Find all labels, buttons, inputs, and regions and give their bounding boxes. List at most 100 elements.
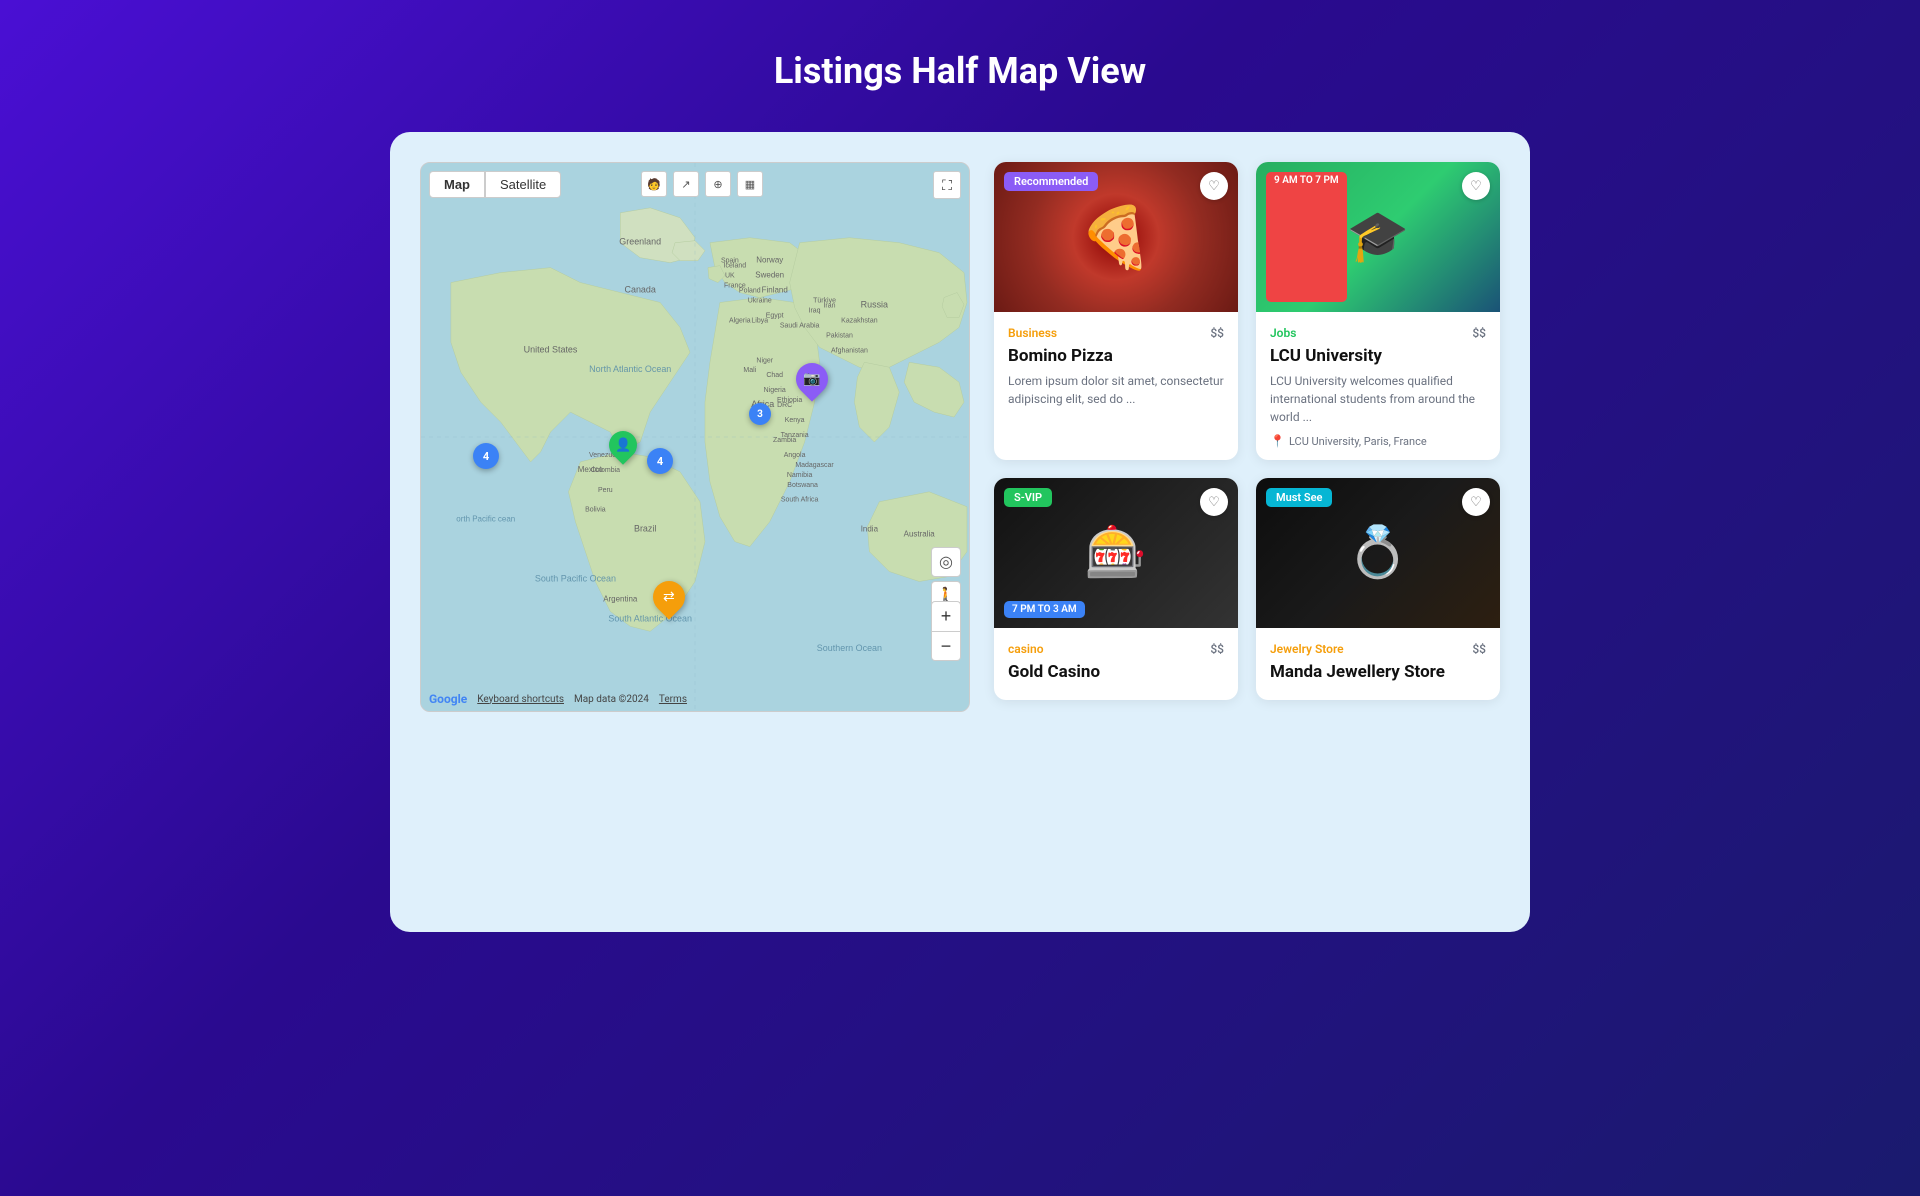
- listing-category: casino: [1008, 642, 1043, 656]
- listing-badge-svip: S-VIP: [1004, 488, 1052, 507]
- svg-text:Botswana: Botswana: [787, 482, 818, 489]
- listing-desc: LCU University welcomes qualified intern…: [1270, 372, 1486, 426]
- svg-text:North Atlantic Ocean: North Atlantic Ocean: [589, 364, 671, 374]
- listing-card-lcu-university[interactable]: 🎓 9 AM TO 7 PM ♡ Jobs $$ LCU University …: [1256, 162, 1500, 460]
- location-pin-icon: 📍: [1270, 434, 1285, 448]
- listing-price: $$: [1210, 642, 1224, 656]
- listing-card-bomino-pizza[interactable]: 🍕 Recommended ♡ Business $$ Bomino Pizza…: [994, 162, 1238, 460]
- listing-heart-btn[interactable]: ♡: [1462, 172, 1490, 200]
- map-tool-pegman[interactable]: 🧑: [641, 171, 667, 197]
- listing-image-wrap: 🎰 S-VIP 7 PM TO 3 AM ♡: [994, 478, 1238, 628]
- svg-text:Greenland: Greenland: [619, 237, 661, 247]
- svg-text:Niger: Niger: [756, 357, 773, 364]
- map-terms[interactable]: Terms: [659, 694, 687, 705]
- map-pin-green[interactable]: 👤: [609, 431, 637, 459]
- svg-text:orth Pacific cean: orth Pacific cean: [456, 515, 515, 524]
- svg-text:Iraq: Iraq: [809, 307, 821, 314]
- map-tab-controls: Map Satellite: [429, 171, 561, 198]
- svg-text:Southern Ocean: Southern Ocean: [817, 643, 882, 653]
- svg-text:Namibia: Namibia: [787, 472, 813, 479]
- map-keyboard-shortcuts[interactable]: Keyboard shortcuts: [477, 694, 564, 705]
- listing-title: Bomino Pizza: [1008, 346, 1224, 366]
- map-zoom-controls: + −: [931, 601, 961, 661]
- listing-title: Gold Casino: [1008, 662, 1224, 682]
- listing-category: Business: [1008, 326, 1057, 340]
- svg-text:Brazil: Brazil: [634, 524, 656, 534]
- main-container: South Pacific Ocean orth Pacific cean No…: [390, 132, 1530, 932]
- svg-text:UK: UK: [725, 273, 735, 280]
- svg-text:Nigeria: Nigeria: [764, 387, 786, 394]
- page-title: Listings Half Map View: [0, 0, 1920, 132]
- svg-text:Spain: Spain: [721, 258, 739, 265]
- svg-text:United States: United States: [524, 344, 578, 354]
- svg-text:Ukraine: Ukraine: [748, 297, 772, 304]
- svg-text:Algeria: Algeria: [729, 317, 751, 324]
- svg-text:Bolivia: Bolivia: [585, 507, 606, 514]
- map-pin-cluster-4-left[interactable]: 4: [473, 443, 499, 469]
- listing-location-text: LCU University, Paris, France: [1289, 435, 1427, 448]
- svg-text:Afghanistan: Afghanistan: [831, 347, 868, 354]
- map-section: South Pacific Ocean orth Pacific cean No…: [420, 162, 970, 712]
- map-tool-directions[interactable]: ↗: [673, 171, 699, 197]
- pin-cluster-number: 4: [647, 448, 673, 474]
- listing-image-wrap: 🍕 Recommended ♡: [994, 162, 1238, 312]
- listing-heart-btn[interactable]: ♡: [1200, 172, 1228, 200]
- map-pin-yellow[interactable]: ⇄: [653, 581, 685, 613]
- listing-meta: Jobs $$: [1270, 326, 1486, 340]
- listing-price: $$: [1472, 642, 1486, 656]
- listing-badge-time: 7 PM TO 3 AM: [1004, 601, 1085, 618]
- map-pin-purple[interactable]: 📷: [796, 363, 828, 395]
- listing-body: Jobs $$ LCU University LCU University we…: [1256, 312, 1500, 460]
- listings-grid: 🍕 Recommended ♡ Business $$ Bomino Pizza…: [994, 162, 1500, 902]
- svg-text:Argentina: Argentina: [603, 594, 638, 603]
- svg-text:India: India: [861, 525, 879, 534]
- google-logo: Google: [429, 692, 467, 706]
- svg-text:South Pacific Ocean: South Pacific Ocean: [535, 573, 616, 583]
- map-location-btn[interactable]: ◎: [931, 547, 961, 577]
- listing-heart-btn[interactable]: ♡: [1462, 488, 1490, 516]
- map-tool-layers[interactable]: ⊕: [705, 171, 731, 197]
- map-zoom-out[interactable]: −: [931, 631, 961, 661]
- listing-title: LCU University: [1270, 346, 1486, 366]
- listing-meta: Jewelry Store $$: [1270, 642, 1486, 656]
- listing-body: Business $$ Bomino Pizza Lorem ipsum dol…: [994, 312, 1238, 428]
- map-footer: Google Keyboard shortcuts Map data ©2024…: [429, 692, 687, 706]
- map-pin-cluster-3[interactable]: 3: [749, 403, 771, 425]
- svg-text:South Africa: South Africa: [781, 497, 819, 504]
- pin-cluster-number: 4: [473, 443, 499, 469]
- listing-badge-mustsee: Must See: [1266, 488, 1332, 507]
- svg-text:South Atlantic Ocean: South Atlantic Ocean: [608, 613, 692, 623]
- map-pin-cluster-4-right[interactable]: 4: [647, 448, 673, 474]
- listing-title: Manda Jewellery Store: [1270, 662, 1486, 682]
- svg-text:Mali: Mali: [743, 367, 756, 374]
- listing-card-manda-jewellery[interactable]: 💍 Must See ♡ Jewelry Store $$ Manda Jewe…: [1256, 478, 1500, 700]
- svg-text:Finland: Finland: [762, 286, 788, 295]
- map-tab-map[interactable]: Map: [429, 171, 485, 198]
- map-tab-satellite[interactable]: Satellite: [485, 171, 561, 198]
- listing-category: Jobs: [1270, 326, 1296, 340]
- svg-text:Ethiopia: Ethiopia: [777, 397, 802, 404]
- listing-body: Jewelry Store $$ Manda Jewellery Store: [1256, 628, 1500, 700]
- listing-heart-btn[interactable]: ♡: [1200, 488, 1228, 516]
- map-zoom-in[interactable]: +: [931, 601, 961, 631]
- listing-card-gold-casino[interactable]: 🎰 S-VIP 7 PM TO 3 AM ♡ casino $$ Gold Ca…: [994, 478, 1238, 700]
- svg-text:Russia: Russia: [861, 299, 888, 309]
- listing-meta: Business $$: [1008, 326, 1224, 340]
- svg-text:Norway: Norway: [756, 256, 783, 265]
- svg-text:Kazakhstan: Kazakhstan: [841, 317, 878, 324]
- svg-text:Türkiye: Türkiye: [813, 297, 836, 304]
- map-fullscreen-btn[interactable]: ⛶: [933, 171, 961, 199]
- listing-price: $$: [1472, 326, 1486, 340]
- listing-image-wrap: 💍 Must See ♡: [1256, 478, 1500, 628]
- map-data-label: Map data ©2024: [574, 694, 649, 705]
- svg-text:Colombia: Colombia: [591, 467, 621, 474]
- listing-badge-recommended: Recommended: [1004, 172, 1098, 191]
- listing-meta: casino $$: [1008, 642, 1224, 656]
- svg-text:Sweden: Sweden: [755, 271, 784, 280]
- svg-text:Peru: Peru: [598, 487, 613, 494]
- svg-text:Egypt: Egypt: [766, 312, 784, 319]
- listing-price: $$: [1210, 326, 1224, 340]
- svg-text:Madagascar: Madagascar: [795, 462, 834, 469]
- listing-image-wrap: 🎓 9 AM TO 7 PM ♡: [1256, 162, 1500, 312]
- map-tool-menu[interactable]: ▦: [737, 171, 763, 197]
